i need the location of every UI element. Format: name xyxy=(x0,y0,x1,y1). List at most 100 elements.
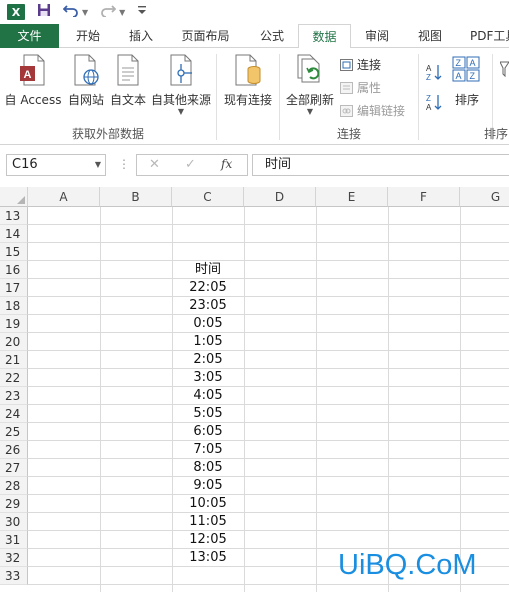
tab-pdf-tools[interactable]: PDF工具 xyxy=(458,24,509,48)
redo-icon[interactable] xyxy=(100,3,117,21)
connections-button[interactable]: 连接 xyxy=(340,56,381,73)
row-header[interactable]: 21 xyxy=(0,351,28,369)
row-header[interactable]: 27 xyxy=(0,459,28,477)
row-header[interactable]: 25 xyxy=(0,423,28,441)
redo-dropdown-icon[interactable]: ▼ xyxy=(119,8,125,17)
enter-icon[interactable]: ✓ xyxy=(185,157,196,172)
cell-c31[interactable]: 12:05 xyxy=(172,531,244,549)
cell-c14[interactable] xyxy=(172,225,244,243)
row-header[interactable]: 32 xyxy=(0,549,28,567)
svg-text:Z: Z xyxy=(470,71,476,81)
from-text-button[interactable]: 自文本 xyxy=(108,54,148,120)
cell-c30[interactable]: 11:05 xyxy=(172,513,244,531)
name-box-dropdown-icon[interactable]: ▼ xyxy=(95,155,101,175)
cell-c33[interactable] xyxy=(172,567,244,585)
formula-actions: ✕ ✓ fx xyxy=(136,154,248,176)
row-header[interactable]: 20 xyxy=(0,333,28,351)
row-header[interactable]: 30 xyxy=(0,513,28,531)
formula-input[interactable]: 时间 xyxy=(252,154,509,176)
column-header-f[interactable]: F xyxy=(388,187,460,207)
column-header-d[interactable]: D xyxy=(244,187,316,207)
cell-c23[interactable]: 4:05 xyxy=(172,387,244,405)
row-header[interactable]: 23 xyxy=(0,387,28,405)
svg-text:A: A xyxy=(24,69,32,81)
svg-text:Z: Z xyxy=(426,73,431,82)
cell-c29[interactable]: 10:05 xyxy=(172,495,244,513)
refresh-all-button[interactable]: 全部刷新 ▼ xyxy=(283,54,337,124)
tab-file[interactable]: 文件 xyxy=(0,24,59,48)
gridline xyxy=(28,368,509,369)
row-header[interactable]: 26 xyxy=(0,441,28,459)
row-header[interactable]: 16 xyxy=(0,261,28,279)
row-header[interactable]: 22 xyxy=(0,369,28,387)
row-header[interactable]: 18 xyxy=(0,297,28,315)
sort-descending-button[interactable]: ZA xyxy=(425,92,443,115)
cell-c32[interactable]: 13:05 xyxy=(172,549,244,567)
row-header[interactable]: 15 xyxy=(0,243,28,261)
existing-connections-button[interactable]: 现有连接 xyxy=(220,54,276,120)
cancel-icon[interactable]: ✕ xyxy=(149,157,160,172)
web-icon xyxy=(71,54,101,86)
cell-c17[interactable]: 22:05 xyxy=(172,279,244,297)
watermark: UiBQ.CoM xyxy=(338,549,477,581)
edit-links-button[interactable]: 编辑链接 xyxy=(340,102,405,119)
save-icon[interactable] xyxy=(37,3,51,21)
undo-icon[interactable] xyxy=(62,3,79,21)
filter-icon xyxy=(499,61,509,78)
cell-c20[interactable]: 1:05 xyxy=(172,333,244,351)
tab-formulas[interactable]: 公式 xyxy=(246,24,298,48)
insert-function-icon[interactable]: fx xyxy=(221,157,232,171)
cell-c13[interactable] xyxy=(172,207,244,225)
other-sources-icon xyxy=(166,54,196,86)
gridline xyxy=(28,260,509,261)
column-header-e[interactable]: E xyxy=(316,187,388,207)
row-header[interactable]: 14 xyxy=(0,225,28,243)
cell-c22[interactable]: 3:05 xyxy=(172,369,244,387)
column-header-b[interactable]: B xyxy=(100,187,172,207)
tab-home[interactable]: 开始 xyxy=(62,24,114,48)
ribbon-separator xyxy=(216,54,217,140)
row-header[interactable]: 29 xyxy=(0,495,28,513)
cell-c28[interactable]: 9:05 xyxy=(172,477,244,495)
undo-dropdown-icon[interactable]: ▼ xyxy=(82,8,88,17)
row-header[interactable]: 17 xyxy=(0,279,28,297)
select-all-button[interactable] xyxy=(0,187,28,207)
tab-insert[interactable]: 插入 xyxy=(115,24,167,48)
from-access-button[interactable]: A 自 Access xyxy=(3,54,63,120)
row-header[interactable]: 13 xyxy=(0,207,28,225)
cell-c18[interactable]: 23:05 xyxy=(172,297,244,315)
from-other-sources-button[interactable]: 自其他来源 ▼ xyxy=(149,54,213,124)
gridline xyxy=(28,224,509,225)
customize-qat-icon[interactable] xyxy=(137,5,147,20)
row-header[interactable]: 19 xyxy=(0,315,28,333)
properties-button[interactable]: 属性 xyxy=(340,79,381,96)
row-header[interactable]: 24 xyxy=(0,405,28,423)
cell-c27[interactable]: 8:05 xyxy=(172,459,244,477)
text-file-icon xyxy=(113,54,143,86)
tab-data[interactable]: 数据 xyxy=(298,24,351,49)
sort-ascending-button[interactable]: AZ xyxy=(425,62,443,85)
gridline xyxy=(388,207,389,592)
tab-review[interactable]: 审阅 xyxy=(352,24,402,48)
row-header[interactable]: 31 xyxy=(0,531,28,549)
from-web-button[interactable]: 自网站 xyxy=(64,54,108,120)
row-header[interactable]: 33 xyxy=(0,567,28,585)
formula-bar-grip-icon: ⋮ xyxy=(118,157,130,171)
cell-c26[interactable]: 7:05 xyxy=(172,441,244,459)
name-box[interactable]: C16 ▼ xyxy=(6,154,106,176)
sort-button[interactable]: ZAAZ 排序 xyxy=(448,54,486,120)
column-header-c[interactable]: C xyxy=(172,187,244,207)
tab-view[interactable]: 视图 xyxy=(404,24,456,48)
cell-c21[interactable]: 2:05 xyxy=(172,351,244,369)
column-header-g[interactable]: G xyxy=(460,187,509,207)
cell-c19[interactable]: 0:05 xyxy=(172,315,244,333)
column-header-a[interactable]: A xyxy=(28,187,100,207)
row-header[interactable]: 28 xyxy=(0,477,28,495)
tab-page-layout[interactable]: 页面布局 xyxy=(169,24,242,48)
cell-c15[interactable] xyxy=(172,243,244,261)
cell-c24[interactable]: 5:05 xyxy=(172,405,244,423)
cell-c25[interactable]: 6:05 xyxy=(172,423,244,441)
cell-c16[interactable]: 时间 xyxy=(172,261,244,279)
excel-logo-icon: X xyxy=(7,4,25,20)
filter-button[interactable] xyxy=(499,58,509,91)
